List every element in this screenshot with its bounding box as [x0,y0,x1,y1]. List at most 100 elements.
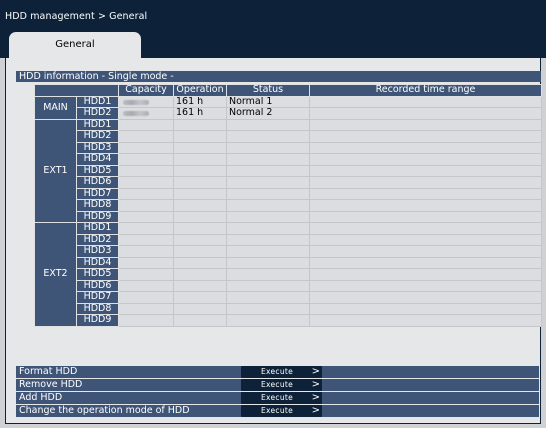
capacity-cell [118,199,174,212]
action-label: Remove HDD [19,379,83,390]
column-header: Status [226,84,310,97]
operation-cell [173,222,227,235]
capacity-cell [118,279,174,292]
hdd-name: HDD2 [76,233,119,246]
action-row-remove-hdd: Remove HDD Execute > [16,379,539,391]
table-row: MAIN HDD1 161 h Normal 1 [34,95,542,120]
action-row-add-hdd: Add HDD Execute > [16,392,539,404]
hdd-name: HDD7 [76,291,119,304]
recorded-time-range-cell [309,302,542,315]
recorded-time-range-cell [309,268,542,281]
change-operation-mode-execute-button[interactable]: Execute > [241,405,322,417]
table-row: HDD3 [35,245,542,258]
hdd-name: HDD6 [76,176,119,189]
button-label: Execute [260,367,294,376]
operation-cell [173,233,227,246]
recorded-time-range-cell [309,153,542,166]
column-header: Recorded time range [309,84,542,97]
chevron-right-icon: > [311,366,320,377]
status-cell [226,256,310,269]
status-cell [226,187,310,200]
capacity-cell [118,245,174,258]
capacity-cell [118,107,174,120]
hdd-name: HDD9 [76,210,119,223]
capacity-cell [118,222,174,235]
recorded-time-range-cell [309,118,542,131]
status-cell [226,176,310,189]
recorded-time-range-cell [309,233,542,246]
hdd-information-table: Capacity Operation Status Recorded time ran… [34,84,542,327]
hdd-name: HDD1 [76,118,119,131]
table-row: HDD4 [35,153,542,166]
hdd-name: HDD3 [76,245,119,258]
tab-general[interactable]: General [9,32,141,58]
hdd-name: HDD5 [76,268,119,281]
group-label: EXT1 [34,118,77,223]
capacity-cell [118,291,174,304]
recorded-time-range-cell [309,279,542,292]
add-hdd-execute-button[interactable]: Execute > [241,392,322,404]
action-row-format-hdd: Format HDD Execute > [16,366,539,378]
status-cell [226,291,310,304]
table-row: HDD7 [35,291,542,304]
operation-cell [173,245,227,258]
operation-cell [173,199,227,212]
header-corner [34,84,119,97]
recorded-time-range-cell [309,107,542,120]
status-cell: Normal 2 [226,107,310,120]
operation-cell [173,302,227,315]
capacity-cell [118,95,174,108]
operation-cell [173,279,227,292]
status-cell [226,199,310,212]
hdd-name: HDD8 [76,199,119,212]
capacity-cell [118,118,174,131]
recorded-time-range-cell [309,291,542,304]
recorded-time-range-cell [309,95,542,108]
status-cell [226,118,310,131]
recorded-time-range-cell [309,245,542,258]
button-label: Execute [260,406,294,415]
status-cell [226,233,310,246]
status-cell: Normal 1 [226,95,310,108]
table-row: HDD9 [35,210,542,223]
recorded-time-range-cell [309,141,542,154]
status-cell [226,302,310,315]
recorded-time-range-cell [309,199,542,212]
table-row: EXT1 HDD1 [34,118,542,223]
action-row-change-operation-mode: Change the operation mode of HDD Execute… [16,405,539,417]
recorded-time-range-cell [309,210,542,223]
capacity-cell [118,130,174,143]
hdd-name: HDD2 [76,130,119,143]
hdd-name: HDD7 [76,187,119,200]
button-label: Execute [260,393,294,402]
hdd-name: HDD2 [76,107,119,120]
hdd-name: HDD1 [76,222,119,235]
hdd-name: HDD3 [76,141,119,154]
action-label: Add HDD [19,392,63,403]
operation-cell [173,164,227,177]
capacity-cell [118,233,174,246]
hdd-name: HDD4 [76,153,119,166]
table-row: HDD3 [35,141,542,154]
operation-cell [173,268,227,281]
column-header: Capacity [118,84,174,97]
table-row: HDD9 [35,314,542,327]
table-row: HDD2 161 h Normal 2 [35,107,542,120]
hdd-name: HDD5 [76,164,119,177]
blurred-capacity [123,99,149,105]
remove-hdd-execute-button[interactable]: Execute > [241,379,322,391]
table-row: HDD2 [35,233,542,246]
table-row: HDD8 [35,199,542,212]
capacity-cell [118,187,174,200]
operation-cell: 161 h [173,107,227,120]
recorded-time-range-cell [309,256,542,269]
recorded-time-range-cell [309,176,542,189]
status-cell [226,268,310,281]
status-cell [226,210,310,223]
table-row: HDD8 [35,302,542,315]
title-bar: HDD management > General General [0,0,546,58]
status-cell [226,153,310,166]
format-hdd-execute-button[interactable]: Execute > [241,366,322,378]
operation-cell [173,176,227,189]
recorded-time-range-cell [309,187,542,200]
